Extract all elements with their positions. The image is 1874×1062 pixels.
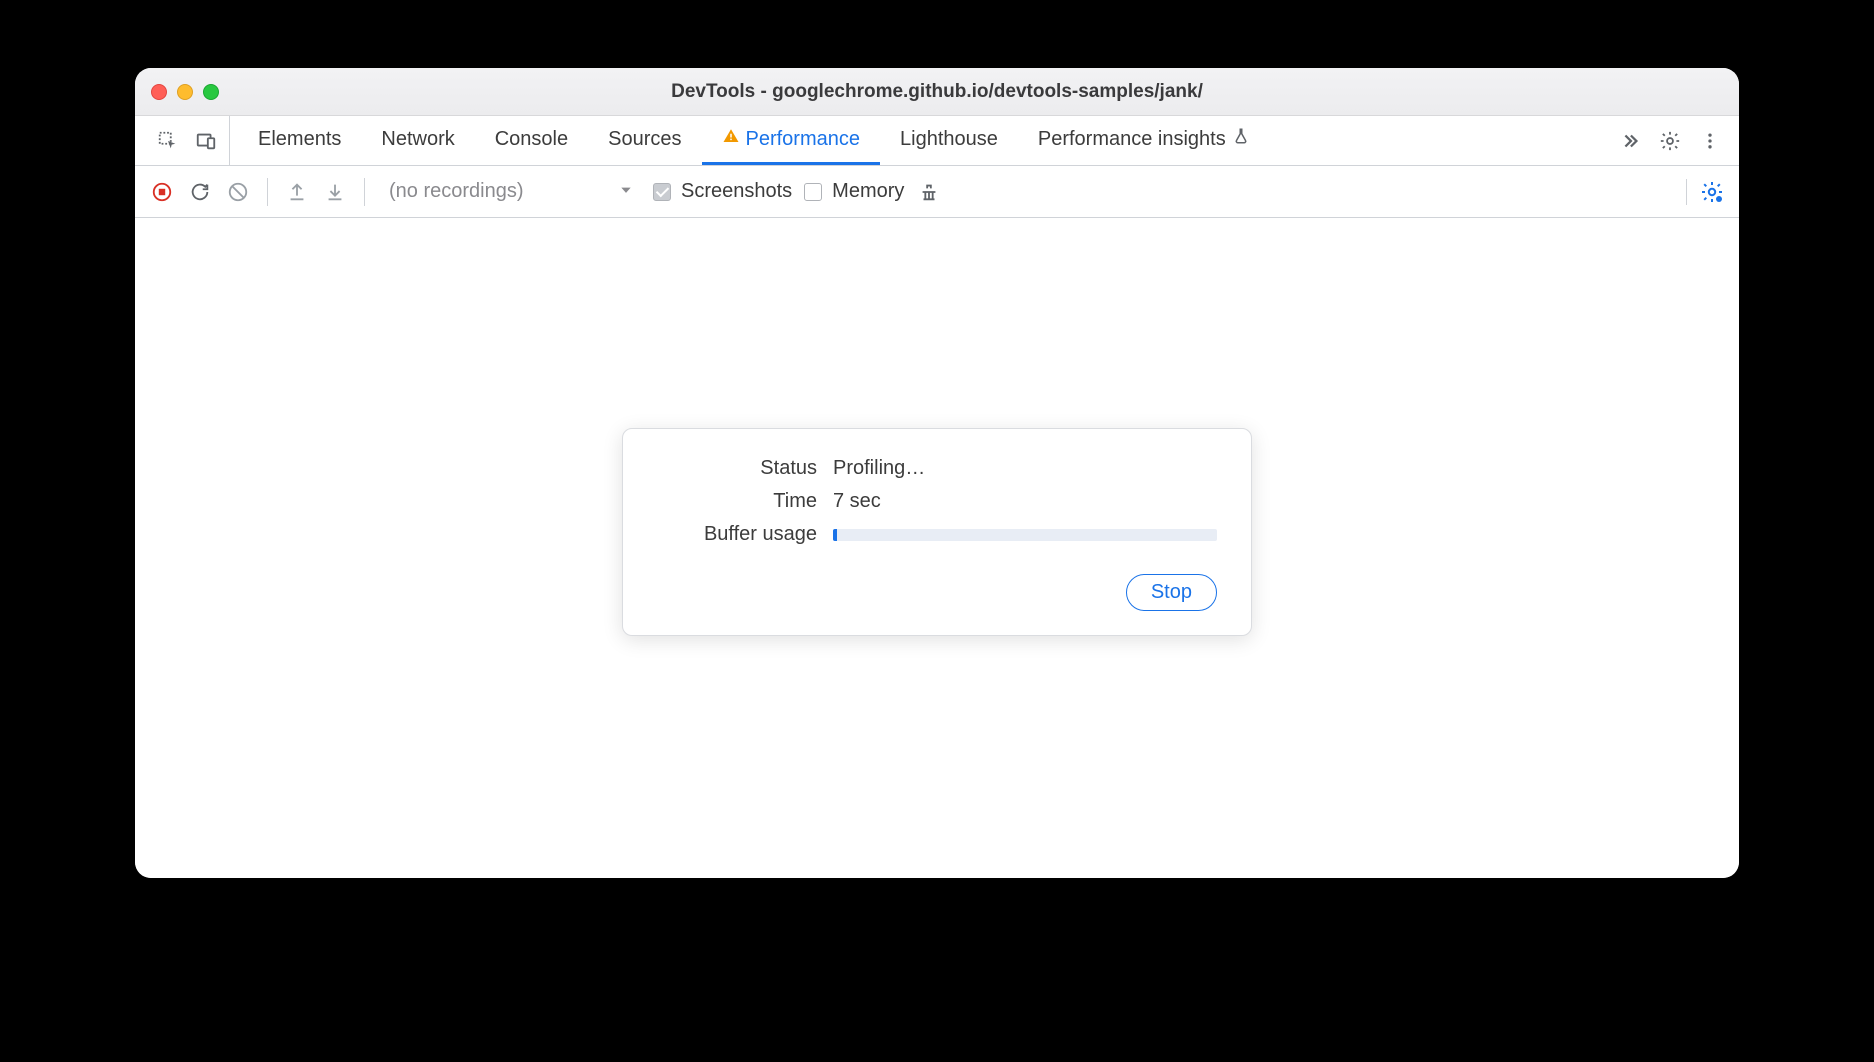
tab-sources[interactable]: Sources — [588, 116, 701, 165]
dialog-footer: Stop — [657, 574, 1217, 611]
tabbar-right-tools — [1617, 116, 1729, 165]
kebab-menu-icon[interactable] — [1697, 128, 1723, 154]
time-label: Time — [657, 490, 817, 513]
tab-network[interactable]: Network — [361, 116, 474, 165]
record-stop-button[interactable] — [149, 179, 175, 205]
capture-settings-gear-icon[interactable] — [1699, 179, 1725, 205]
device-toolbar-icon[interactable] — [193, 128, 219, 154]
tab-label: Elements — [258, 128, 341, 151]
flask-icon — [1232, 127, 1250, 151]
settings-gear-icon[interactable] — [1657, 128, 1683, 154]
performance-toolbar: (no recordings) Screenshots Memory — [135, 166, 1739, 218]
tab-label: Sources — [608, 128, 681, 151]
close-window-button[interactable] — [151, 84, 167, 100]
stop-button[interactable]: Stop — [1126, 574, 1217, 611]
tab-label: Performance — [746, 128, 861, 151]
tab-performance-insights[interactable]: Performance insights — [1018, 116, 1270, 165]
screenshots-checkbox[interactable]: Screenshots — [653, 180, 792, 203]
toolbar-right — [1686, 179, 1725, 205]
checkbox-icon — [653, 183, 671, 201]
status-label: Status — [657, 457, 817, 480]
recordings-select[interactable]: (no recordings) — [381, 180, 641, 203]
checkbox-icon — [804, 183, 822, 201]
tab-elements[interactable]: Elements — [238, 116, 361, 165]
status-value: Profiling… — [833, 457, 1217, 480]
zoom-window-button[interactable] — [203, 84, 219, 100]
reload-record-button[interactable] — [187, 179, 213, 205]
memory-checkbox[interactable]: Memory — [804, 180, 904, 203]
traffic-lights — [151, 84, 219, 100]
dialog-grid: Status Profiling… Time 7 sec Buffer usag… — [657, 457, 1217, 546]
more-tabs-icon[interactable] — [1617, 128, 1643, 154]
checkbox-label-text: Memory — [832, 180, 904, 203]
time-value: 7 sec — [833, 490, 1217, 513]
window-title: DevTools - googlechrome.github.io/devtoo… — [671, 81, 1203, 103]
tabs: Elements Network Console Sources Perform… — [238, 116, 1270, 165]
tabbar-left-tools — [145, 116, 230, 165]
upload-profile-button[interactable] — [284, 179, 310, 205]
buffer-label: Buffer usage — [657, 523, 817, 546]
tab-label: Console — [495, 128, 568, 151]
tab-label: Performance insights — [1038, 128, 1226, 151]
buffer-progress-fill — [833, 529, 837, 541]
clear-button[interactable] — [225, 179, 251, 205]
garbage-collect-button[interactable] — [916, 179, 942, 205]
warning-icon — [722, 127, 740, 151]
titlebar: DevTools - googlechrome.github.io/devtoo… — [135, 68, 1739, 116]
devtools-window: DevTools - googlechrome.github.io/devtoo… — [135, 68, 1739, 878]
buffer-progress — [833, 529, 1217, 541]
profiling-dialog: Status Profiling… Time 7 sec Buffer usag… — [622, 428, 1252, 636]
divider — [364, 178, 365, 206]
tab-performance[interactable]: Performance — [702, 116, 881, 165]
tab-lighthouse[interactable]: Lighthouse — [880, 116, 1018, 165]
tab-console[interactable]: Console — [475, 116, 588, 165]
devtools-tabbar: Elements Network Console Sources Perform… — [135, 116, 1739, 166]
chevron-down-icon — [619, 180, 633, 203]
tab-label: Lighthouse — [900, 128, 998, 151]
performance-content: Status Profiling… Time 7 sec Buffer usag… — [135, 218, 1739, 878]
checkbox-label-text: Screenshots — [681, 180, 792, 203]
divider — [267, 178, 268, 206]
minimize-window-button[interactable] — [177, 84, 193, 100]
recordings-placeholder: (no recordings) — [389, 180, 524, 203]
download-profile-button[interactable] — [322, 179, 348, 205]
inspect-element-icon[interactable] — [155, 128, 181, 154]
tab-label: Network — [381, 128, 454, 151]
